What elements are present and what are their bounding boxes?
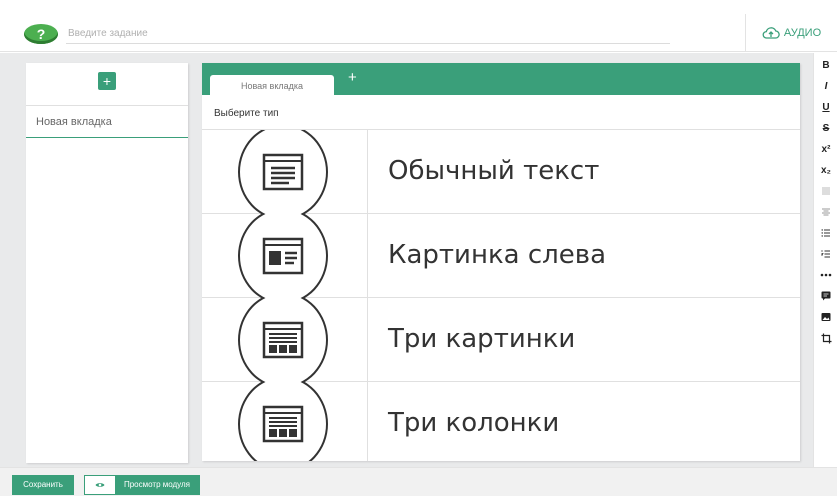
type-option-three-images[interactable]: Три картинки (202, 298, 800, 382)
strikethrough-icon: S (822, 122, 830, 134)
superscript-icon: x² (821, 143, 831, 155)
crop-icon (821, 333, 831, 343)
type-option-three-columns[interactable]: Три колонки (202, 382, 800, 461)
plus-icon: + (102, 73, 112, 89)
align-justify-button[interactable] (816, 182, 836, 200)
tab-bar: Новая вкладка + (202, 63, 800, 95)
eye-icon-box (85, 476, 115, 494)
type-option-plain-text[interactable]: Обычный текст (202, 130, 800, 214)
pages-panel: + Новая вкладка (26, 63, 188, 463)
type-label: Три колонки (388, 408, 560, 438)
eye-icon (95, 483, 105, 487)
page-item-label: Новая вкладка (36, 116, 112, 128)
tab-label: Новая вкладка (240, 81, 304, 91)
question-icon: ? (36, 26, 46, 42)
more-icon (820, 273, 832, 277)
type-icon-cell (202, 214, 368, 298)
editor-panel: Новая вкладка + Выберите тип Обычный тек… (202, 63, 800, 461)
format-toolbar: B I U S x² x₂ (813, 53, 837, 467)
choose-type-heading: Выберите тип (214, 108, 279, 119)
header: ? АУДИО (0, 0, 837, 52)
image-icon (821, 313, 831, 321)
bullet-list-button[interactable] (816, 224, 836, 242)
type-icon-cell (202, 382, 368, 461)
audio-button[interactable]: АУДИО (745, 14, 837, 52)
numbered-list-icon (821, 250, 830, 258)
task-input[interactable] (66, 24, 670, 44)
preview-module-button[interactable]: Просмотр модуля (84, 475, 200, 495)
more-button[interactable] (816, 266, 836, 284)
type-option-image-left[interactable]: Картинка слева (202, 214, 800, 298)
help-button[interactable]: ? (24, 24, 58, 44)
workspace: + Новая вкладка Новая вкладка + Выберите… (0, 53, 813, 467)
footer: Сохранить Просмотр модуля (0, 467, 837, 496)
comment-block-icon (821, 291, 831, 301)
subscript-button[interactable]: x₂ (816, 161, 836, 179)
insert-image-button[interactable] (816, 308, 836, 326)
page-item[interactable]: Новая вкладка (26, 106, 188, 138)
type-label: Картинка слева (388, 240, 607, 270)
bullet-list-icon (821, 229, 830, 237)
audio-label: АУДИО (783, 27, 822, 39)
crop-button[interactable] (816, 329, 836, 347)
three-images-layout-icon (262, 321, 304, 359)
plus-icon: + (348, 69, 357, 86)
cloud-upload-icon (762, 27, 780, 39)
type-list: Обычный текст Картинка слева Три картинк… (202, 130, 800, 461)
bold-icon: B (822, 59, 830, 71)
add-page-button[interactable]: + (98, 72, 116, 90)
image-left-layout-icon (262, 237, 304, 275)
bold-button[interactable]: B (816, 56, 836, 74)
align-justify-icon (822, 187, 830, 195)
type-label: Три картинки (388, 324, 576, 354)
superscript-button[interactable]: x² (816, 140, 836, 158)
add-tab-button[interactable]: + (348, 69, 357, 86)
save-button[interactable]: Сохранить (12, 475, 74, 495)
italic-button[interactable]: I (816, 77, 836, 95)
numbered-list-button[interactable] (816, 245, 836, 263)
type-label: Обычный текст (388, 156, 600, 186)
align-center-button[interactable] (816, 203, 836, 221)
tab-new[interactable]: Новая вкладка (210, 75, 334, 95)
subscript-icon: x₂ (820, 164, 831, 176)
strikethrough-button[interactable]: S (816, 119, 836, 137)
type-icon-cell (202, 130, 368, 214)
underline-icon: U (822, 101, 830, 113)
align-center-icon (822, 208, 830, 216)
insert-block-button[interactable] (816, 287, 836, 305)
type-icon-cell (202, 298, 368, 382)
preview-label: Просмотр модуля (123, 480, 191, 489)
underline-button[interactable]: U (816, 98, 836, 116)
italic-icon: I (824, 80, 828, 92)
three-columns-layout-icon (262, 405, 304, 443)
text-layout-icon (262, 153, 304, 191)
